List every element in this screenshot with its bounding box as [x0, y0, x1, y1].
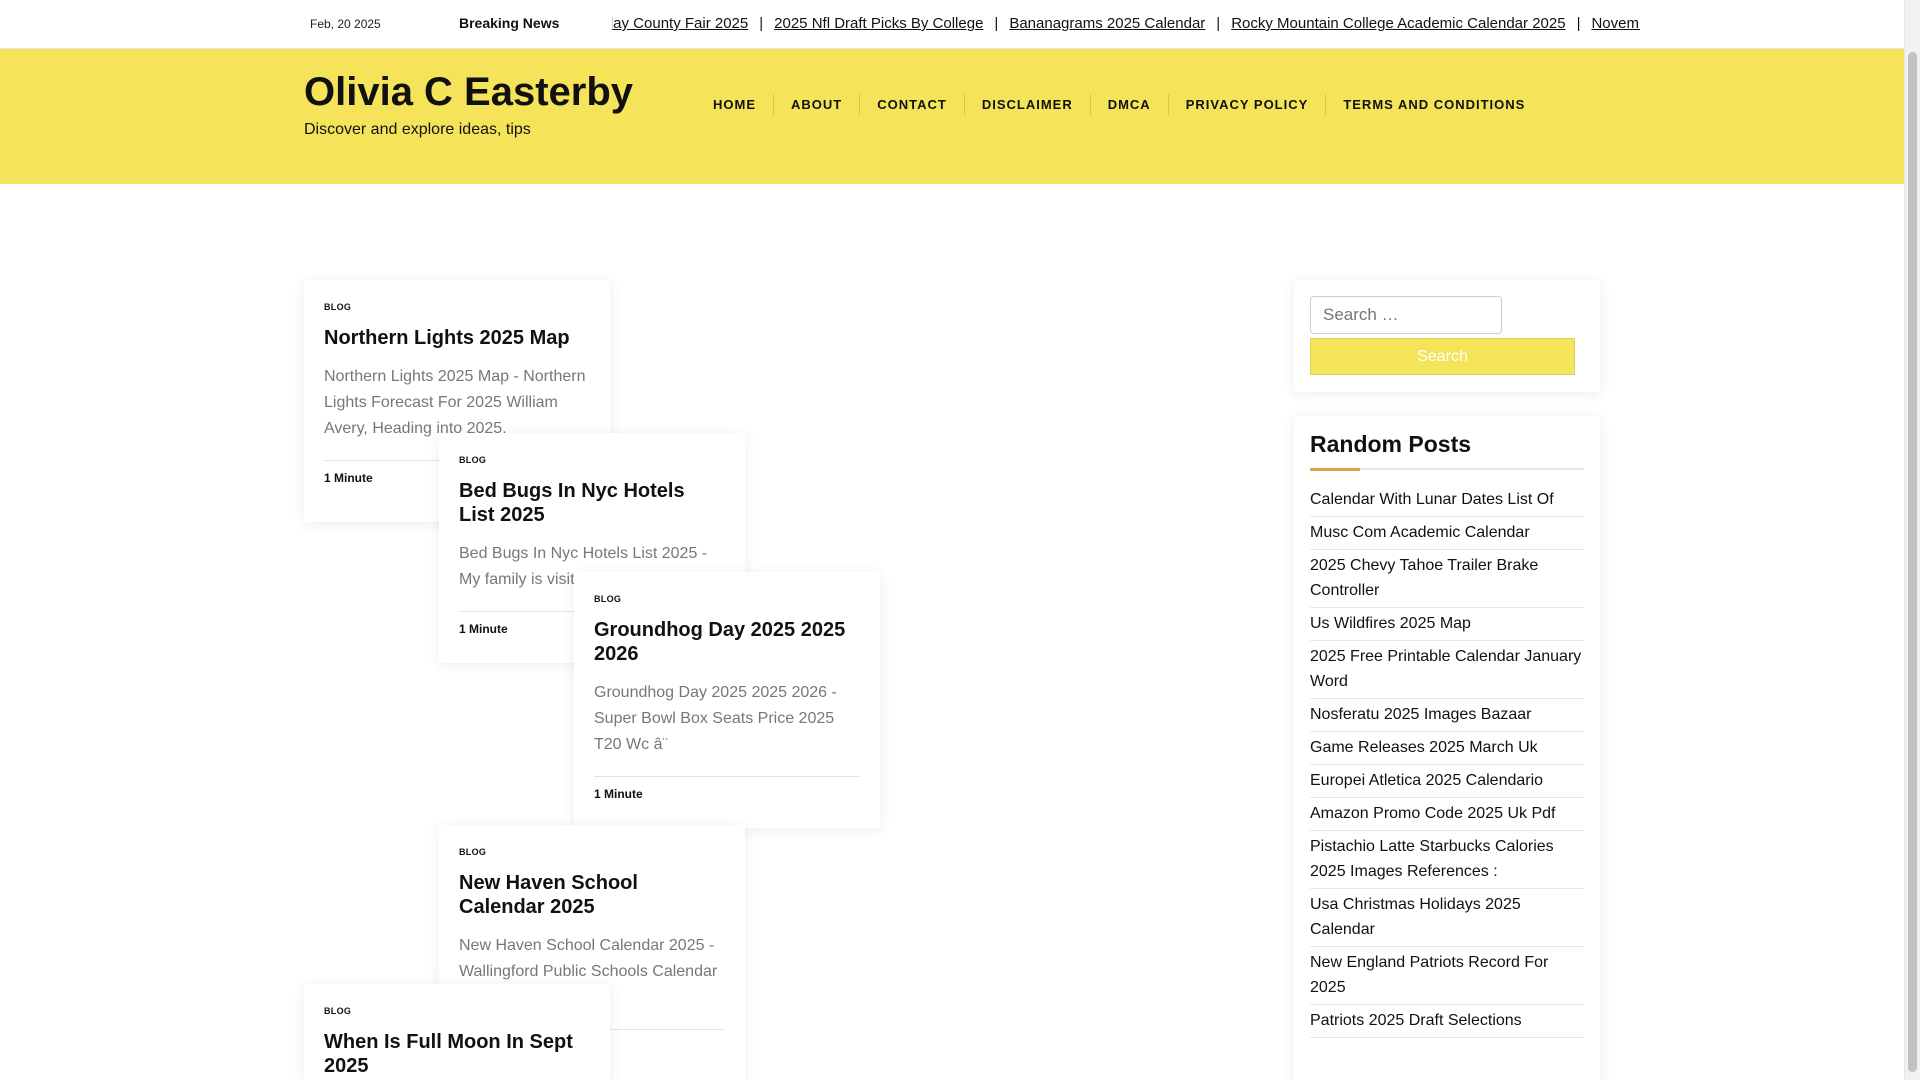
post-title[interactable]: Northern Lights 2025 Map — [324, 326, 590, 350]
random-post-link[interactable]: Us Wildfires 2025 Map — [1310, 615, 1471, 632]
breaking-news-label: Breaking News — [459, 15, 560, 31]
random-post-link[interactable]: Europei Atletica 2025 Calendario — [1310, 772, 1543, 789]
random-post-link[interactable]: Musc Com Academic Calendar — [1310, 524, 1530, 541]
random-post-link[interactable]: Pistachio Latte Starbucks Calories 2025 … — [1310, 838, 1554, 880]
nav-contact[interactable]: CONTACT — [860, 94, 965, 116]
list-item: New England Patriots Record For 2025 — [1310, 947, 1584, 1005]
nav-privacy-policy[interactable]: PRIVACY POLICY — [1169, 94, 1327, 116]
post-excerpt: Groundhog Day 2025 2025 2026 - Super Bow… — [594, 684, 837, 753]
ticker-link[interactable]: 2025 Nfl Draft Picks By College — [774, 15, 983, 32]
top-bar: Feb, 20 2025 Breaking News Clay County F… — [0, 0, 1904, 49]
random-post-link[interactable]: Game Releases 2025 March Uk — [1310, 739, 1538, 756]
post-read-time: 1 Minute — [594, 776, 860, 801]
list-item: Musc Com Academic Calendar — [1310, 517, 1584, 550]
ticker-link[interactable]: Bananagrams 2025 Calendar — [1009, 15, 1205, 32]
page-scrollbar[interactable] — [1904, 0, 1920, 1080]
widget-title: Random Posts — [1310, 431, 1584, 471]
list-item: Calendar With Lunar Dates List Of — [1310, 484, 1584, 517]
random-post-link[interactable]: Amazon Promo Code 2025 Uk Pdf — [1310, 805, 1555, 822]
main-nav: HOME ABOUT CONTACT DISCLAIMER DMCA PRIVA… — [696, 94, 1542, 116]
post-excerpt: Northern Lights 2025 Map - Northern Ligh… — [324, 368, 586, 437]
post-title[interactable]: Groundhog Day 2025 2025 2026 — [594, 618, 860, 666]
news-ticker: Clay County Fair 2025 | 2025 Nfl Draft Pic… — [612, 0, 1640, 49]
list-item: Nosferatu 2025 Images Bazaar — [1310, 699, 1584, 732]
ticker-link[interactable]: Rocky Mountain College Academic Calendar… — [1231, 15, 1565, 32]
random-post-link[interactable]: Nosferatu 2025 Images Bazaar — [1310, 706, 1531, 723]
site-title[interactable]: Olivia C Easterby — [304, 70, 633, 115]
random-post-link[interactable]: 2025 Chevy Tahoe Trailer Brake Controlle… — [1310, 557, 1538, 599]
post-category[interactable]: BLOG — [459, 455, 725, 465]
random-post-link[interactable]: Patriots 2025 Draft Selections — [1310, 1012, 1522, 1029]
site-tagline: Discover and explore ideas, tips — [304, 121, 531, 138]
list-item: Amazon Promo Code 2025 Uk Pdf — [1310, 798, 1584, 831]
post-category[interactable]: BLOG — [324, 1006, 590, 1016]
random-post-link[interactable]: Usa Christmas Holidays 2025 Calendar — [1310, 896, 1521, 938]
random-posts-widget: Random Posts Calendar With Lunar Dates L… — [1294, 416, 1600, 1080]
post-title[interactable]: When Is Full Moon In Sept 2025 — [324, 1030, 590, 1078]
list-item: Game Releases 2025 March Uk — [1310, 732, 1584, 765]
post-title[interactable]: Bed Bugs In Nyc Hotels List 2025 — [459, 479, 725, 527]
ticker-link[interactable]: Clay County Fair 2025 — [612, 15, 748, 32]
post-category[interactable]: BLOG — [324, 302, 590, 312]
nav-about[interactable]: ABOUT — [774, 94, 861, 116]
nav-home[interactable]: HOME — [696, 94, 774, 116]
random-post-link[interactable]: Calendar With Lunar Dates List Of — [1310, 491, 1554, 508]
list-item: Pistachio Latte Starbucks Calories 2025 … — [1310, 831, 1584, 889]
random-posts-list: Calendar With Lunar Dates List Of Musc C… — [1310, 484, 1584, 1038]
post-category[interactable]: BLOG — [594, 594, 860, 604]
list-item: Patriots 2025 Draft Selections — [1310, 1005, 1584, 1038]
list-item: 2025 Chevy Tahoe Trailer Brake Controlle… — [1310, 550, 1584, 608]
post-card: BLOG Groundhog Day 2025 2025 2026 Ground… — [574, 572, 880, 828]
random-post-link[interactable]: 2025 Free Printable Calendar January Wor… — [1310, 648, 1581, 690]
search-button[interactable]: Search — [1310, 338, 1575, 375]
current-date: Feb, 20 2025 — [310, 17, 381, 31]
search-input[interactable] — [1310, 296, 1502, 334]
nav-terms-and-conditions[interactable]: TERMS AND CONDITIONS — [1326, 94, 1542, 116]
nav-dmca[interactable]: DMCA — [1091, 94, 1169, 116]
ticker-link[interactable]: November 2025 — [1591, 15, 1640, 32]
list-item: Usa Christmas Holidays 2025 Calendar — [1310, 889, 1584, 947]
site-header: Olivia C Easterby Discover and explore i… — [0, 49, 1904, 184]
nav-disclaimer[interactable]: DISCLAIMER — [965, 94, 1091, 116]
list-item: Europei Atletica 2025 Calendario — [1310, 765, 1584, 798]
list-item: Us Wildfires 2025 Map — [1310, 608, 1584, 641]
post-card: BLOG When Is Full Moon In Sept 2025 — [304, 984, 610, 1080]
list-item: 2025 Free Printable Calendar January Wor… — [1310, 641, 1584, 699]
scrollbar-thumb[interactable] — [1908, 52, 1917, 1072]
search-widget: Search — [1294, 280, 1600, 392]
post-title[interactable]: New Haven School Calendar 2025 — [459, 871, 725, 919]
random-post-link[interactable]: New England Patriots Record For 2025 — [1310, 954, 1548, 996]
post-category[interactable]: BLOG — [459, 847, 725, 857]
